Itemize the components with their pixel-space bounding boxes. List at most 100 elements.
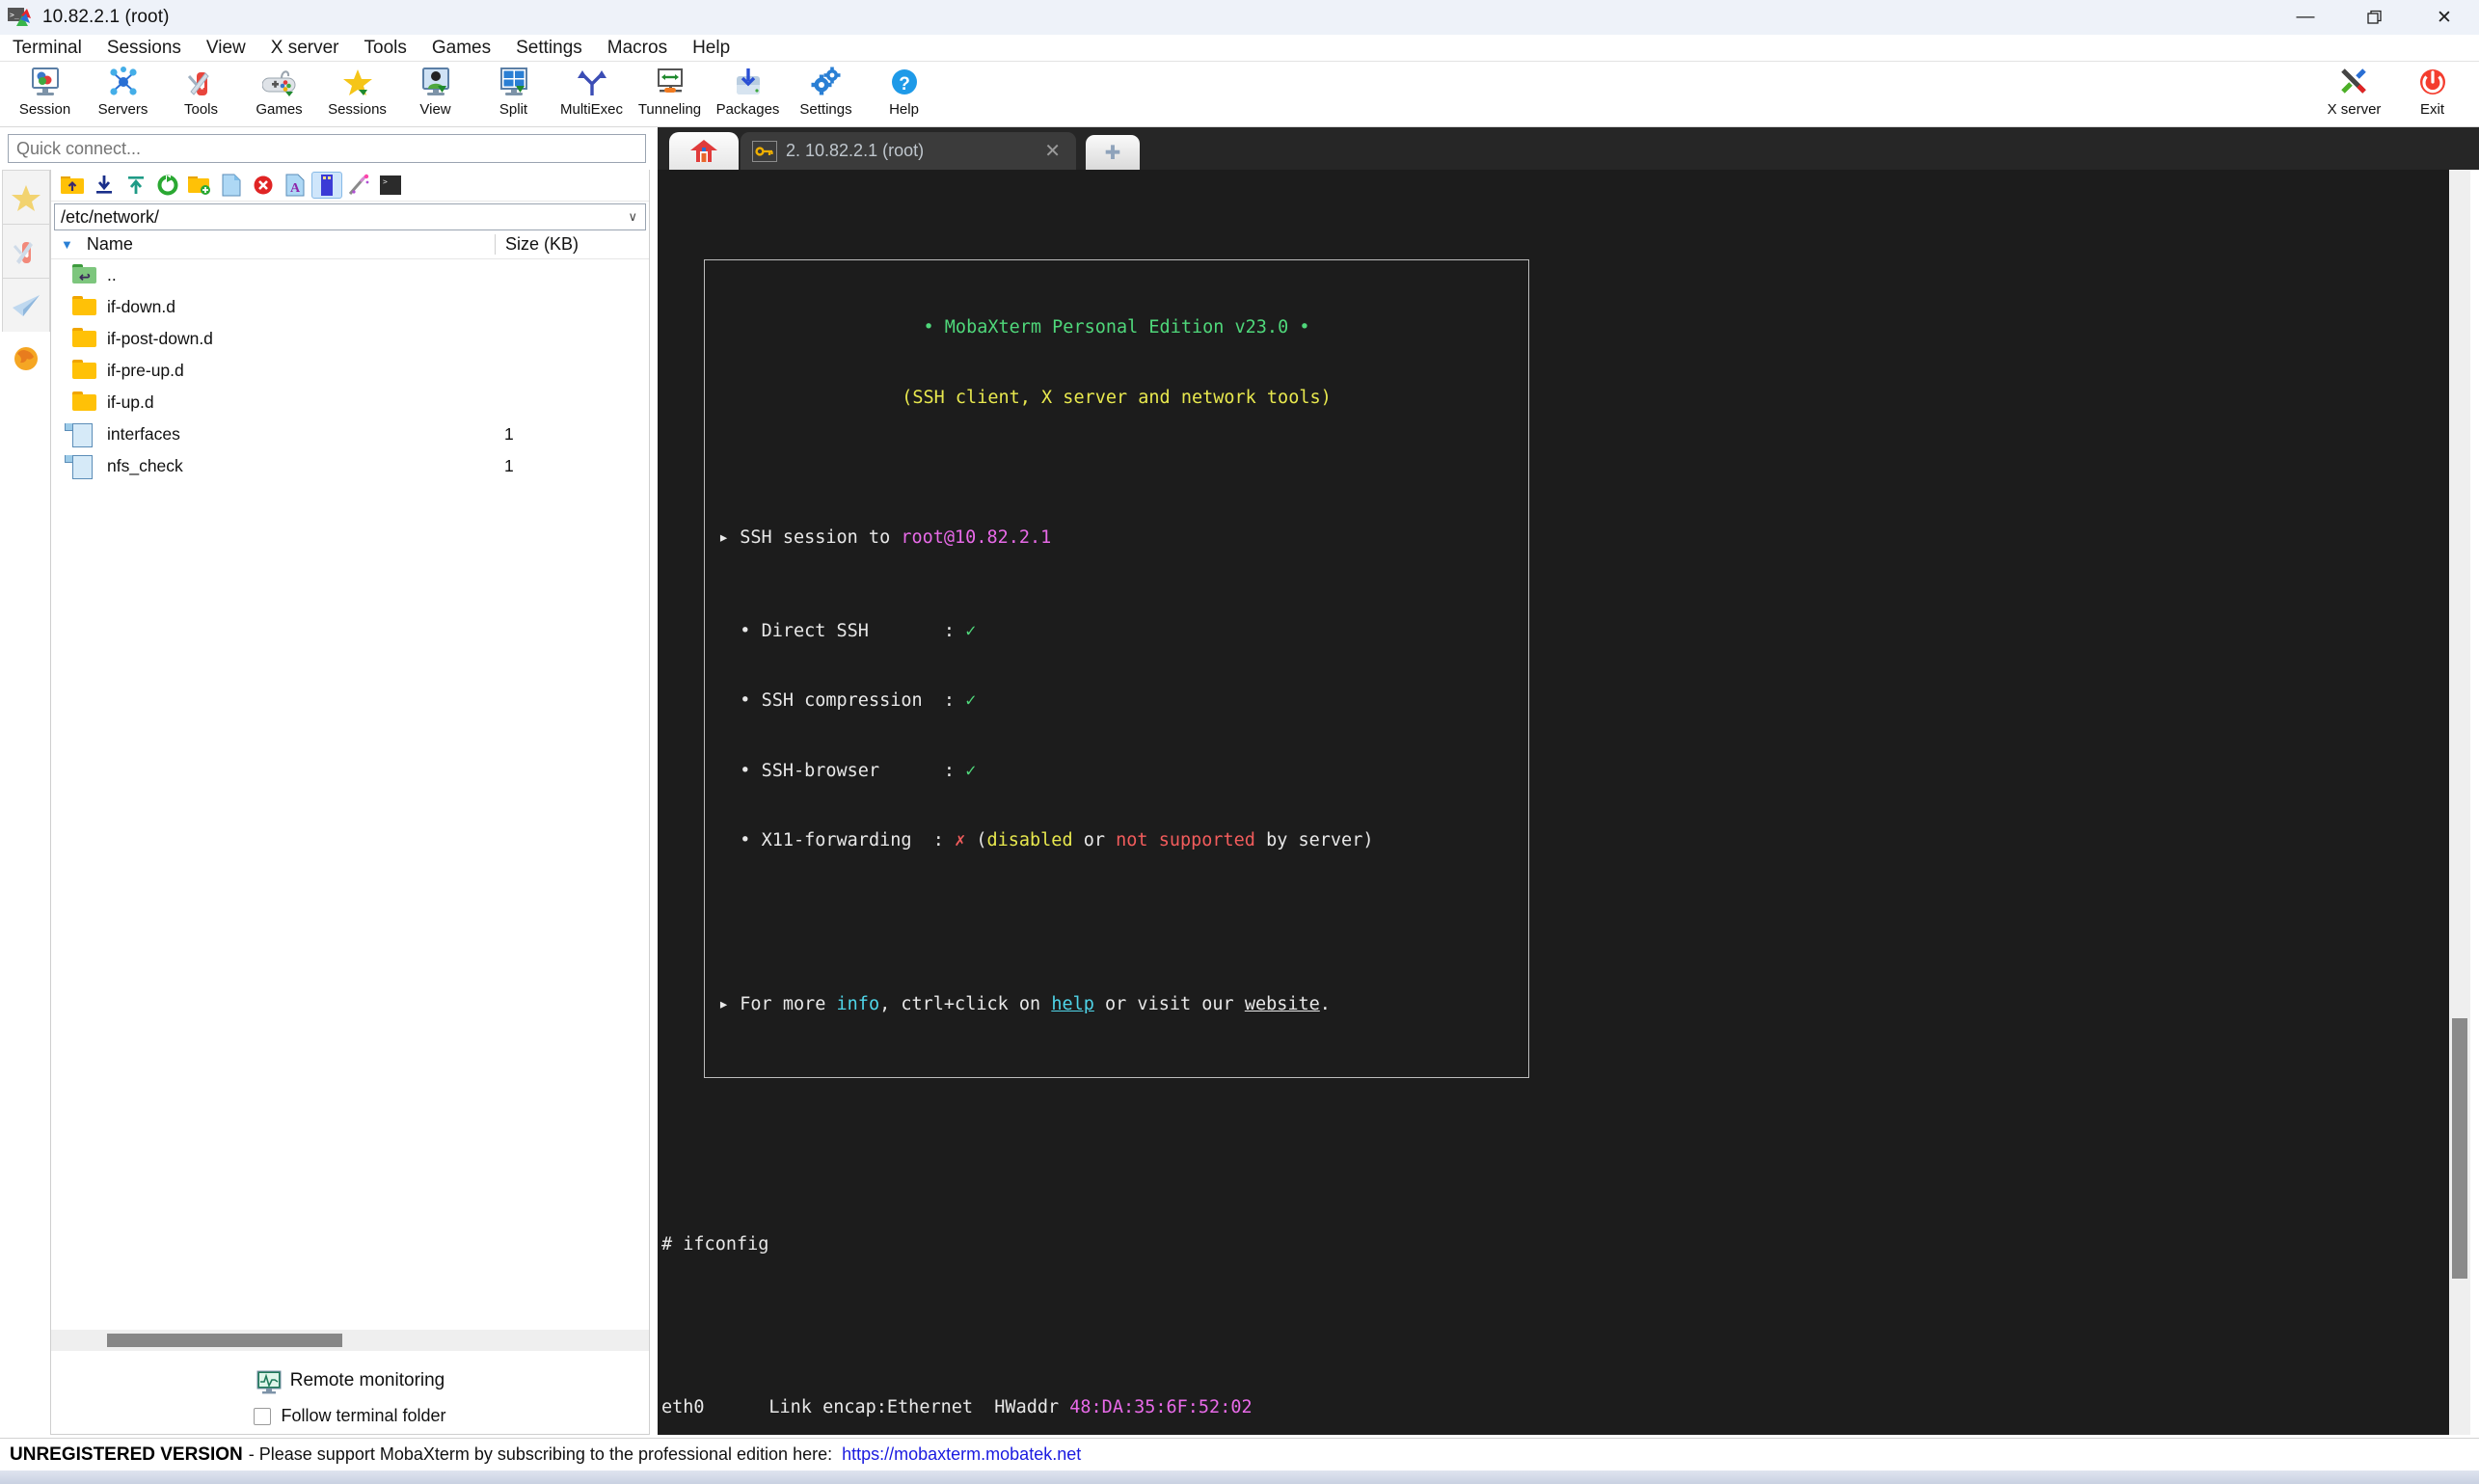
banner-website-link[interactable]: website	[1245, 994, 1320, 1014]
swiss-knife-icon	[12, 237, 40, 266]
menu-help[interactable]: Help	[680, 35, 742, 62]
banner-feature-row: • SSH compression : ✓	[740, 690, 977, 712]
scrollbar-thumb[interactable]	[107, 1334, 342, 1347]
file-size: 1	[504, 456, 514, 475]
folder-icon	[72, 359, 101, 383]
rail-sessions-button[interactable]	[2, 170, 50, 224]
toolbar-settings-button[interactable]: Settings	[787, 65, 865, 126]
banner-footer: ▸ For more info, ctrl+click on help or v…	[718, 993, 1331, 1014]
refresh-icon[interactable]	[152, 172, 183, 199]
tab-session-10-82-2-1[interactable]: 2. 10.82.2.1 (root) ✕	[741, 132, 1076, 170]
toolbar-session-button[interactable]: Session	[6, 65, 84, 126]
toolbar-session-label: Session	[18, 101, 71, 118]
close-button[interactable]: ✕	[2410, 0, 2479, 35]
rail-sftp-button[interactable]	[2, 332, 50, 386]
toolbar-right-group: X server Exit	[2315, 65, 2471, 126]
menu-x-server[interactable]: X server	[258, 35, 352, 62]
new-file-icon[interactable]	[216, 172, 247, 199]
x-server-icon	[2333, 65, 2376, 99]
terminal-output-area[interactable]: • MobaXterm Personal Edition v23.0 • (SS…	[658, 170, 2449, 1435]
star-favorites-icon	[11, 183, 41, 212]
new-tab-button[interactable]: ✚	[1086, 135, 1140, 170]
toolbar-games-button[interactable]: Games	[240, 65, 318, 126]
scrollbar-thumb[interactable]	[2452, 1018, 2467, 1279]
terminal-command-line: # ifconfig	[661, 1233, 769, 1255]
column-header-name[interactable]: Name	[87, 234, 495, 255]
file-icon	[65, 454, 101, 479]
menu-macros[interactable]: Macros	[595, 35, 680, 62]
tab-bar: 2. 10.82.2.1 (root) ✕ ✚	[658, 127, 2479, 170]
follow-terminal-folder-row[interactable]: Follow terminal folder	[51, 1406, 649, 1426]
mobaxterm-logo-icon: >_	[8, 7, 33, 28]
svg-text:>_: >_	[10, 11, 19, 19]
toolbar-exit-button[interactable]: Exit	[2393, 65, 2471, 126]
terminal-vertical-scrollbar[interactable]	[2449, 170, 2470, 1435]
terminal-icon[interactable]: >	[375, 172, 406, 199]
restore-icon	[2366, 10, 2382, 24]
file-browser-path-field[interactable]: /etc/network/ ∨	[54, 203, 646, 230]
minimize-button[interactable]: —	[2271, 0, 2340, 35]
toolbar-help-button[interactable]: ? Help	[865, 65, 943, 126]
toolbar-tools-button[interactable]: Tools	[162, 65, 240, 126]
download-icon[interactable]	[89, 172, 120, 199]
menu-games[interactable]: Games	[419, 35, 503, 62]
mobaxterm-link[interactable]: https://mobaxterm.mobatek.net	[842, 1444, 1081, 1465]
remote-monitoring-button[interactable]: Remote monitoring	[51, 1370, 649, 1394]
file-icon	[65, 422, 101, 447]
menu-settings[interactable]: Settings	[503, 35, 595, 62]
new-folder-icon[interactable]	[184, 172, 215, 199]
toolbar-view-button[interactable]: View	[396, 65, 474, 126]
feature-mark: ✓	[965, 760, 977, 781]
restore-button[interactable]	[2340, 0, 2410, 35]
user-monitor-icon	[415, 65, 457, 99]
file-name: if-down.d	[107, 297, 176, 316]
banner-session-line: ▸ SSH session to root@10.82.2.1	[718, 526, 1515, 550]
file-browser-horizontal-scrollbar[interactable]	[51, 1330, 649, 1351]
magic-wand-icon[interactable]	[343, 172, 374, 199]
list-item[interactable]: if-pre-up.d	[51, 355, 649, 387]
status-bar: UNREGISTERED VERSION - Please support Mo…	[0, 1438, 2479, 1471]
rail-macros-button[interactable]	[2, 278, 50, 332]
list-item[interactable]: ↩ ..	[51, 259, 649, 291]
tab-close-icon[interactable]: ✕	[1044, 139, 1061, 163]
file-name: interfaces	[107, 424, 180, 444]
toolbar-view-label: View	[419, 101, 451, 118]
toolbar-x-server-button[interactable]: X server	[2315, 65, 2393, 126]
menu-sessions[interactable]: Sessions	[94, 35, 194, 62]
folder-up-icon[interactable]	[57, 172, 88, 199]
toolbar-split-button[interactable]: Split	[474, 65, 552, 126]
toolbar-packages-button[interactable]: Packages	[709, 65, 787, 126]
banner-help-link[interactable]: help	[1051, 994, 1094, 1014]
chevron-down-icon[interactable]: ∨	[628, 209, 637, 225]
toolbar-servers-button[interactable]: Servers	[84, 65, 162, 126]
list-item[interactable]: interfaces 1	[51, 418, 649, 450]
list-item[interactable]: if-down.d	[51, 291, 649, 323]
text-mode-icon[interactable]: A	[280, 172, 310, 199]
menu-view[interactable]: View	[194, 35, 258, 62]
menu-terminal[interactable]: Terminal	[0, 35, 94, 62]
list-item[interactable]: if-up.d	[51, 387, 649, 418]
feature-label: Direct SSH	[761, 620, 869, 641]
quick-connect-input[interactable]	[8, 134, 646, 163]
menu-tools[interactable]: Tools	[352, 35, 419, 62]
upload-icon[interactable]	[121, 172, 151, 199]
list-item[interactable]: if-post-down.d	[51, 323, 649, 355]
toolbar-multiexec-button[interactable]: MultiExec	[552, 65, 631, 126]
list-item[interactable]: nfs_check 1	[51, 450, 649, 482]
follow-terminal-folder-checkbox[interactable]	[254, 1407, 272, 1425]
tab-home[interactable]	[669, 132, 739, 170]
interface-name: eth0	[661, 1397, 705, 1418]
split-grid-icon	[493, 65, 535, 99]
column-header-size[interactable]: Size (KB)	[495, 234, 649, 255]
toolbar-games-label: Games	[256, 101, 303, 118]
file-name: nfs_check	[107, 456, 183, 475]
toolbar-sessions-button[interactable]: Sessions	[318, 65, 396, 126]
rail-tools-button[interactable]	[2, 224, 50, 278]
feature-label: SSH-browser	[761, 760, 880, 781]
delete-icon[interactable]	[248, 172, 279, 199]
remote-monitoring-label: Remote monitoring	[289, 1370, 445, 1390]
sort-arrow-icon[interactable]: ▼	[61, 237, 73, 252]
toolbar-tunneling-button[interactable]: Tunneling	[631, 65, 709, 126]
banner-subtitle: (SSH client, X server and network tools)	[902, 387, 1332, 408]
binary-mode-icon[interactable]	[311, 172, 342, 199]
